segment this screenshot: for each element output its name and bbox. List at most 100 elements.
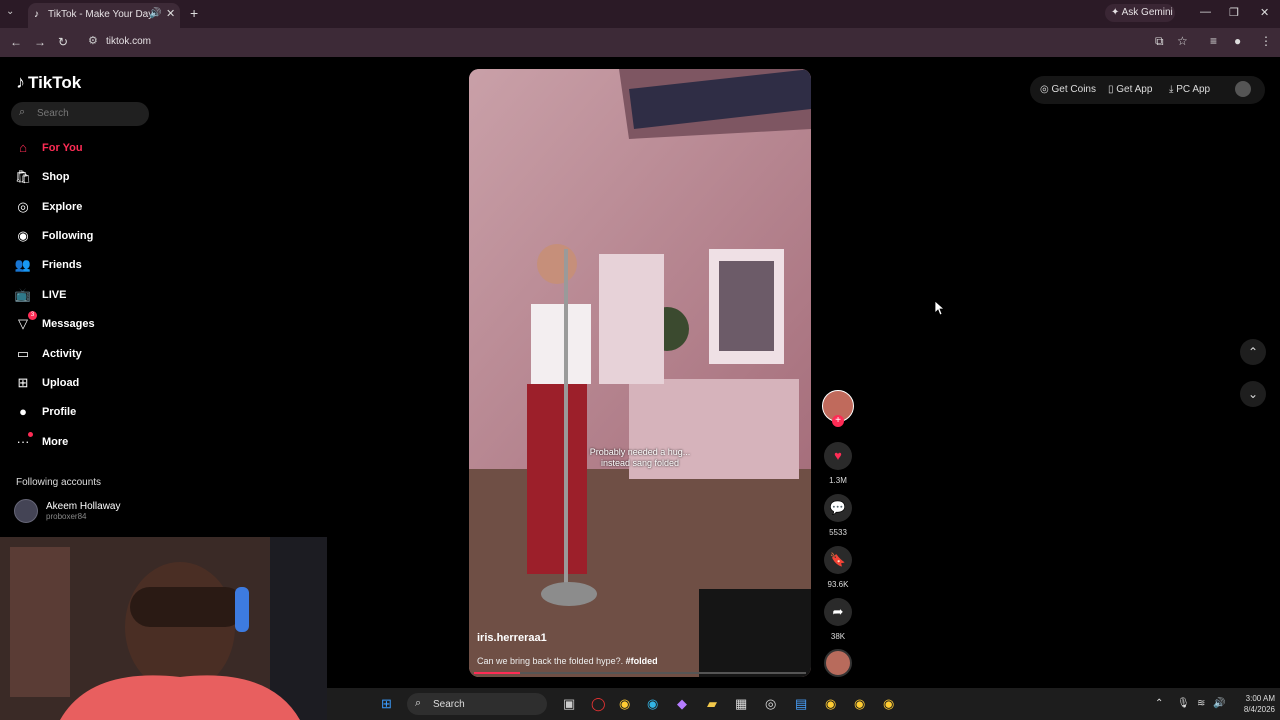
microphone-icon[interactable]: 🎙 [1177, 698, 1190, 709]
like-button[interactable]: ♥ [824, 442, 852, 470]
sidebar-item-live[interactable]: 📺 LIVE [14, 285, 154, 309]
search-input[interactable]: ⌕ Search [11, 102, 149, 126]
sidebar-item-label: LIVE [42, 289, 67, 301]
sidebar-item-profile[interactable]: ● Profile [14, 402, 154, 426]
get-coins-label: Get Coins [1051, 84, 1096, 95]
taskbar-search-label: Search [433, 699, 465, 710]
sidebar-item-for-you[interactable]: ⌂ For You [14, 138, 154, 162]
pc-app-label: PC App [1176, 84, 1211, 95]
sidebar-item-label: Activity [42, 348, 82, 360]
edge-icon[interactable]: ◉ [647, 696, 658, 712]
taskbar-search[interactable]: ⌕ Search [407, 693, 547, 715]
tiktok-logo[interactable]: ♪ TikTok [16, 72, 81, 93]
share-button[interactable]: ➦ [824, 598, 852, 626]
chrome-icon[interactable]: ◉ [619, 696, 630, 712]
install-app-icon[interactable]: ⧉ [1155, 34, 1164, 49]
get-app-button[interactable]: ▯ Get App [1108, 84, 1152, 95]
chrome-profile-icon[interactable]: ◉ [825, 696, 836, 712]
get-coins-button[interactable]: ◎ Get Coins [1040, 84, 1096, 95]
share-count: 38K [830, 632, 846, 641]
back-arrow-icon[interactable]: ← [10, 35, 22, 49]
opera-icon[interactable]: ◯ [591, 696, 606, 712]
bookmark-star-icon[interactable]: ☆ [1177, 34, 1188, 48]
close-window-icon[interactable]: ✕ [1260, 6, 1269, 19]
reload-icon[interactable]: ↻ [58, 35, 68, 49]
sidebar-item-more[interactable]: ··· More [14, 432, 154, 456]
hashtag-link[interactable]: #folded [626, 656, 658, 666]
browser-menu-icon[interactable]: ⋮ [1260, 34, 1272, 48]
restore-icon[interactable]: ❐ [1229, 6, 1239, 19]
video-description: Can we bring back the folded hype?. #fol… [477, 656, 658, 666]
next-video-button[interactable]: ⌄ [1240, 381, 1266, 407]
tab-list-chevron-icon[interactable]: ⌄ [6, 6, 14, 17]
system-clock[interactable]: 3:00 AM 8/4/2026 [1225, 693, 1275, 715]
account-handle: proboxer84 [46, 512, 87, 521]
ask-gemini-button[interactable]: ✦ Ask Gemini [1105, 4, 1175, 22]
comment-button[interactable]: 💬 [824, 494, 852, 522]
minimize-icon[interactable]: — [1200, 6, 1211, 18]
ask-gemini-label: Ask Gemini [1121, 7, 1173, 18]
video-author[interactable]: iris.herreraa1 [477, 632, 547, 644]
tray-chevron-icon[interactable]: ⌃ [1155, 698, 1163, 709]
heart-icon: ♥ [834, 448, 842, 463]
activity-icon: ▭ [16, 346, 30, 361]
chrome-active-icon[interactable]: ◉ [883, 696, 894, 712]
url-text: tiktok.com [106, 36, 152, 47]
tiktok-favicon-icon: ♪ [34, 9, 39, 20]
pc-app-button[interactable]: ⤓ PC App [1169, 84, 1210, 95]
media-queue-icon[interactable]: ≡ [1210, 34, 1217, 48]
avatar [14, 499, 38, 523]
video-progress-bar[interactable] [474, 672, 806, 674]
sidebar-item-label: Messages [42, 318, 95, 330]
app-icon[interactable]: ◎ [765, 696, 776, 712]
sidebar-item-friends[interactable]: 👥 Friends [14, 255, 154, 279]
store-icon[interactable]: ▦ [735, 696, 747, 712]
copilot-icon[interactable]: ◆ [677, 696, 687, 712]
file-explorer-icon[interactable]: ▰ [707, 696, 717, 712]
browser-tab-bar: ⌄ ♪ TikTok - Make Your Day 🔊 ✕ + ✦ Ask G… [0, 0, 1280, 28]
profile-icon[interactable]: ● [1234, 34, 1241, 48]
photos-icon[interactable]: ▤ [795, 696, 807, 712]
follow-plus-icon[interactable]: + [832, 415, 844, 427]
sidebar-item-label: Shop [42, 171, 70, 183]
new-tab-plus-icon[interactable]: + [190, 5, 198, 21]
following-accounts-header: Following accounts [16, 477, 102, 488]
top-actions-bar: ◎ Get Coins ▯ Get App ⤓ PC App [1030, 76, 1265, 104]
chevron-up-icon: ⌃ [1247, 345, 1259, 359]
sidebar-item-label: Profile [42, 406, 77, 418]
forward-arrow-icon[interactable]: → [34, 35, 46, 49]
wifi-icon[interactable]: ≋ [1197, 698, 1205, 709]
profile-avatar-icon: ● [19, 404, 27, 419]
video-player[interactable]: Probably needed a hug... instead sang fo… [469, 69, 811, 677]
task-view-icon[interactable]: ▣ [563, 696, 575, 712]
chrome-profile-2-icon[interactable]: ◉ [854, 696, 865, 712]
webcam-overlay [0, 537, 327, 720]
sidebar-item-explore[interactable]: ◎ Explore [14, 197, 154, 221]
browser-tab[interactable]: ♪ TikTok - Make Your Day 🔊 ✕ [28, 3, 180, 28]
volume-icon[interactable]: 🔊 [1213, 698, 1225, 709]
description-text: Can we bring back the folded hype?. [477, 656, 624, 666]
sidebar-item-activity[interactable]: ▭ Activity [14, 344, 154, 368]
sidebar-item-label: More [42, 436, 69, 448]
previous-video-button[interactable]: ⌃ [1240, 339, 1266, 365]
save-button[interactable]: 🔖 [824, 546, 852, 574]
home-icon: ⌂ [19, 140, 27, 155]
sidebar-item-shop[interactable]: 🛍 Shop [14, 167, 154, 191]
comment-count: 5533 [829, 528, 847, 537]
sidebar-item-following[interactable]: ◉ Following [14, 226, 154, 250]
omnibox[interactable]: ⚙ tiktok.com [80, 31, 1200, 53]
sidebar-item-upload[interactable]: ⊞ Upload [14, 373, 154, 397]
friends-icon: 👥 [14, 257, 32, 272]
user-avatar[interactable] [1235, 81, 1251, 97]
overlay-line-2: instead sang folded [600, 458, 680, 468]
address-bar-row: ← → ↻ ⚙ tiktok.com [0, 28, 1280, 57]
music-disc-avatar[interactable] [824, 649, 852, 677]
webcam-image [0, 537, 327, 720]
sidebar-item-messages[interactable]: ▽ 3 Messages [14, 311, 154, 338]
windows-start-icon[interactable]: ⊞ [381, 696, 392, 712]
account-name: Akeem Hollaway [46, 501, 121, 512]
close-tab-icon[interactable]: ✕ [166, 7, 175, 20]
sidebar-item-label: Explore [42, 201, 83, 213]
site-info-icon[interactable]: ⚙ [88, 34, 98, 47]
speaker-icon[interactable]: 🔊 [149, 8, 161, 19]
